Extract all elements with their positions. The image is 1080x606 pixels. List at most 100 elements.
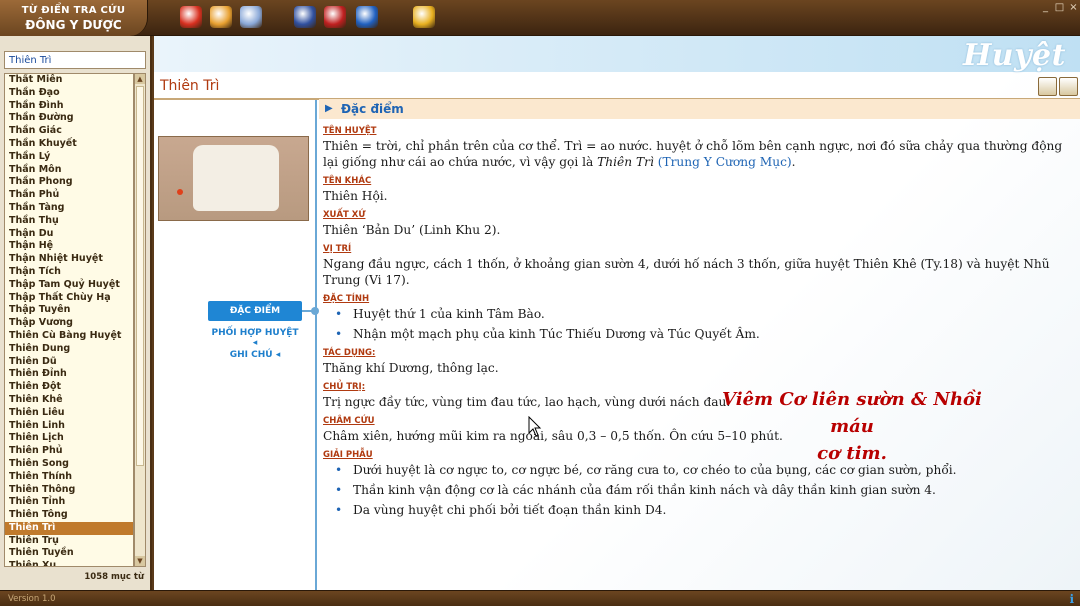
list-item[interactable]: Thiên Trụ: [5, 535, 133, 548]
list-item: Thần kinh vận động cơ là các nhánh của đ…: [323, 482, 1078, 498]
section-header-label: Đặc điểm: [341, 102, 404, 116]
list-item[interactable]: Thần Thụ: [5, 215, 133, 228]
tab-ghi-chu-label: GHI CHÚ: [229, 350, 273, 360]
entry-list: Thất Miên Thần Đạo Thần Đình Thần Đường Thần…: [4, 73, 134, 567]
list-item[interactable]: Thận Du: [5, 228, 133, 241]
list-item: Huyệt thứ 1 của kinh Tâm Bào.: [323, 306, 1078, 322]
annotation-overlay: Viêm Cơ liên sườn & Nhồi máu cơ tim.: [702, 386, 1002, 467]
list-item[interactable]: Thiên Linh: [5, 420, 133, 433]
version-label: Version 1.0: [8, 594, 56, 604]
ten-huyet-em: Thiên Trì: [597, 155, 654, 169]
sidebar: Thiên Trì Thất Miên Thần Đạo Thần Đình Thần…: [0, 36, 152, 590]
list-item[interactable]: Thần Đình: [5, 100, 133, 113]
list-item[interactable]: Thần Tàng: [5, 202, 133, 215]
photo-garment: [193, 145, 279, 211]
list-item[interactable]: Thiên Khê: [5, 394, 133, 407]
herb-icon[interactable]: [324, 6, 346, 28]
list-item[interactable]: Thiên Tông: [5, 509, 133, 522]
label-ten-huyet: TÊN HUYỆT: [323, 126, 377, 136]
status-bar: Version 1.0 ℹ: [0, 590, 1080, 606]
text-tac-dung: Thăng khí Dương, thông lạc.: [323, 361, 499, 375]
ten-huyet-ref[interactable]: (Trung Y Cương Mục): [658, 155, 792, 169]
info-icon[interactable]: ℹ: [1069, 592, 1074, 606]
maximize-button[interactable]: □: [1054, 2, 1065, 13]
label-xuat-xu: XUẤT XỨ: [323, 210, 366, 220]
content-divider: [315, 100, 317, 590]
edit-button[interactable]: [1038, 77, 1057, 96]
list-item[interactable]: Thần Phong: [5, 176, 133, 189]
list-item[interactable]: Thần Phủ: [5, 189, 133, 202]
list-item: Nhận một mạch phụ của kinh Túc Thiếu Dươ…: [323, 326, 1078, 342]
list-item[interactable]: Thiên Cù Bàng Huyệt: [5, 330, 133, 343]
list-item[interactable]: Thiên Đỉnh: [5, 368, 133, 381]
scroll-thumb[interactable]: [136, 86, 144, 466]
list-item[interactable]: Thiên Dũ: [5, 356, 133, 369]
list-dac-tinh: Huyệt thứ 1 của kinh Tâm Bào. Nhận một m…: [323, 306, 1078, 342]
app-title-line1: TỪ ĐIỂN TRA CỨU: [21, 5, 126, 16]
tab-dac-diem[interactable]: ĐẶC ĐIỂM: [208, 301, 302, 321]
text-vi-tri: Ngang đầu ngực, cách 1 thốn, ở khoảng gi…: [323, 257, 1050, 287]
list-item[interactable]: Thận Nhiệt Huyệt: [5, 253, 133, 266]
list-item[interactable]: Thần Đường: [5, 112, 133, 125]
section-header: ▶ Đặc điểm: [319, 99, 1080, 119]
list-item[interactable]: Thất Miên: [5, 74, 133, 87]
banner-title: Huyệt: [962, 38, 1066, 73]
list-item[interactable]: Thiên Tỉnh: [5, 496, 133, 509]
list-item[interactable]: Thận Tích: [5, 266, 133, 279]
triangle-icon: ▶: [325, 103, 333, 114]
main-content: Huyệt Thiên Trì ĐẶC ĐIỂM PHỐI HỢP HUYỆT …: [154, 36, 1080, 590]
text-ten-huyet: Thiên = trời, chỉ phần trên của cơ thể. …: [323, 138, 1078, 170]
label-vi-tri: VỊ TRÍ: [323, 244, 352, 254]
list-item[interactable]: Thiên Trì: [5, 521, 133, 535]
minimize-button[interactable]: _: [1040, 2, 1051, 13]
list-item[interactable]: Thập Thất Chùy Hạ: [5, 292, 133, 305]
list-item[interactable]: Thiên Đột: [5, 381, 133, 394]
tab-phoi-hop-huyet[interactable]: PHỐI HỢP HUYỆT ◂: [208, 328, 302, 348]
scroll-down-icon[interactable]: ▼: [135, 556, 145, 566]
red-cross-icon[interactable]: [180, 6, 202, 28]
body-chart-icon[interactable]: [294, 6, 316, 28]
scrollbar[interactable]: ▲ ▼: [134, 73, 146, 567]
label-dac-tinh: ĐẶC TÍNH: [323, 294, 370, 304]
list-item[interactable]: Thiên Lịch: [5, 432, 133, 445]
entry-count: 1058 mục từ: [84, 572, 144, 582]
list-item[interactable]: Thiên Phủ: [5, 445, 133, 458]
list-item[interactable]: Thiên Thông: [5, 484, 133, 497]
list-item[interactable]: Thần Đạo: [5, 87, 133, 100]
list-item[interactable]: Thiên Tuyền: [5, 547, 133, 560]
text-xuat-xu: Thiên ‘Bản Du’ (Linh Khu 2).: [323, 223, 501, 237]
list-item: Da vùng huyệt chi phối bởi tiết đoạn thầ…: [323, 502, 1078, 518]
title-bar: TỪ ĐIỂN TRA CỨU ĐÔNG Y DƯỢC _ □ ×: [0, 0, 1080, 36]
magnifier-icon[interactable]: [413, 6, 435, 28]
search-input[interactable]: Thiên Trì: [4, 51, 146, 69]
list-item[interactable]: Thần Lý: [5, 151, 133, 164]
blue-book-icon[interactable]: [356, 6, 378, 28]
mouse-cursor-icon: [528, 416, 542, 437]
ten-huyet-end: .: [791, 155, 796, 169]
note-button[interactable]: [1059, 77, 1078, 96]
acupoint-photo: [158, 136, 309, 221]
list-item[interactable]: Thận Hệ: [5, 240, 133, 253]
app-title-line2: ĐÔNG Y DƯỢC: [25, 18, 122, 32]
medicine-box-icon[interactable]: [210, 6, 232, 28]
app-logo: TỪ ĐIỂN TRA CỨU ĐÔNG Y DƯỢC: [0, 0, 148, 36]
list-item[interactable]: Thập Tam Quỷ Huyệt: [5, 279, 133, 292]
list-item[interactable]: Thiên Thính: [5, 471, 133, 484]
list-item[interactable]: Thần Môn: [5, 164, 133, 177]
list-item[interactable]: Thiên Xu: [5, 560, 133, 566]
list-item[interactable]: Thiên Liêu: [5, 407, 133, 420]
close-button[interactable]: ×: [1068, 2, 1079, 13]
label-tac-dung: TÁC DỤNG:: [323, 348, 376, 358]
overlay-line2: cơ tim.: [817, 443, 887, 464]
overlay-line1: Viêm Cơ liên sườn & Nhồi máu: [722, 389, 982, 437]
list-item[interactable]: Thập Vương: [5, 317, 133, 330]
list-item[interactable]: Thiên Dung: [5, 343, 133, 356]
list-giai-phau: Dưới huyệt là cơ ngực to, cơ ngực bé, cơ…: [323, 462, 1078, 518]
list-item[interactable]: Thần Khuyết: [5, 138, 133, 151]
list-item[interactable]: Thần Giác: [5, 125, 133, 138]
tab-ghi-chu[interactable]: GHI CHÚ ◂: [208, 350, 302, 360]
list-item[interactable]: Thiên Song: [5, 458, 133, 471]
book-icon[interactable]: [240, 6, 262, 28]
scroll-up-icon[interactable]: ▲: [135, 74, 145, 84]
list-item[interactable]: Thập Tuyên: [5, 304, 133, 317]
